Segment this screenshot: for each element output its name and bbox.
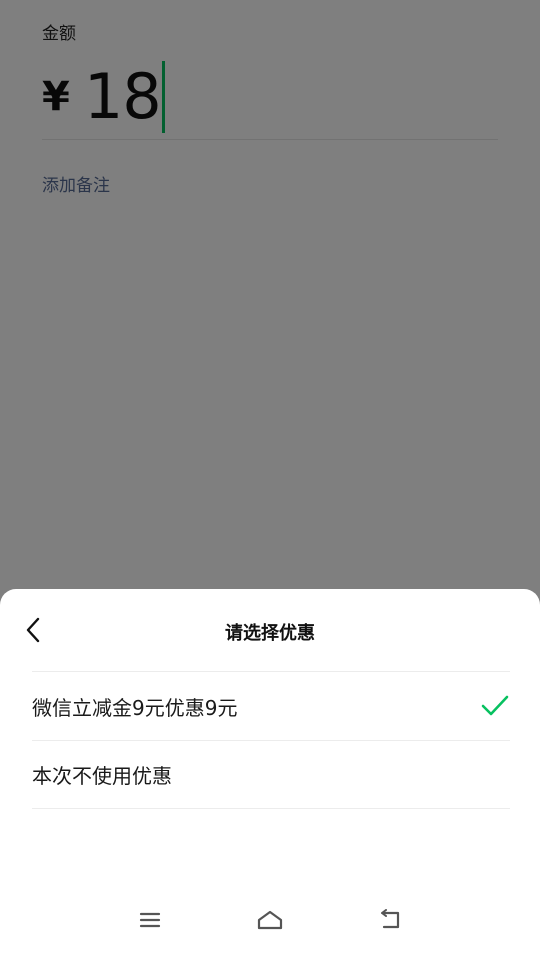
- back-arrow-icon: [381, 909, 400, 929]
- sheet-header: 请选择优惠: [0, 589, 540, 671]
- discount-sheet: 请选择优惠 微信立减金9元优惠9元 本次不使用优惠: [0, 589, 540, 953]
- checkmark-icon: [481, 695, 509, 716]
- discount-option-wechat-voucher[interactable]: 微信立减金9元优惠9元: [32, 671, 510, 740]
- discount-option-list: 微信立减金9元优惠9元 本次不使用优惠: [32, 671, 510, 809]
- system-nav-bar: [0, 889, 540, 953]
- nav-home-button[interactable]: [255, 907, 285, 933]
- option-label: 微信立减金9元优惠9元: [32, 695, 238, 720]
- nav-menu-button[interactable]: [135, 907, 165, 933]
- home-icon: [257, 910, 283, 930]
- discount-option-none[interactable]: 本次不使用优惠: [32, 740, 510, 809]
- sheet-title: 请选择优惠: [225, 623, 315, 644]
- nav-back-button[interactable]: [376, 907, 406, 933]
- payment-screen: 金额 ¥ 18 添加备注 请选择优惠 微信立减金9元优惠9元: [0, 0, 540, 953]
- menu-icon: [139, 912, 161, 928]
- option-label: 本次不使用优惠: [32, 764, 172, 788]
